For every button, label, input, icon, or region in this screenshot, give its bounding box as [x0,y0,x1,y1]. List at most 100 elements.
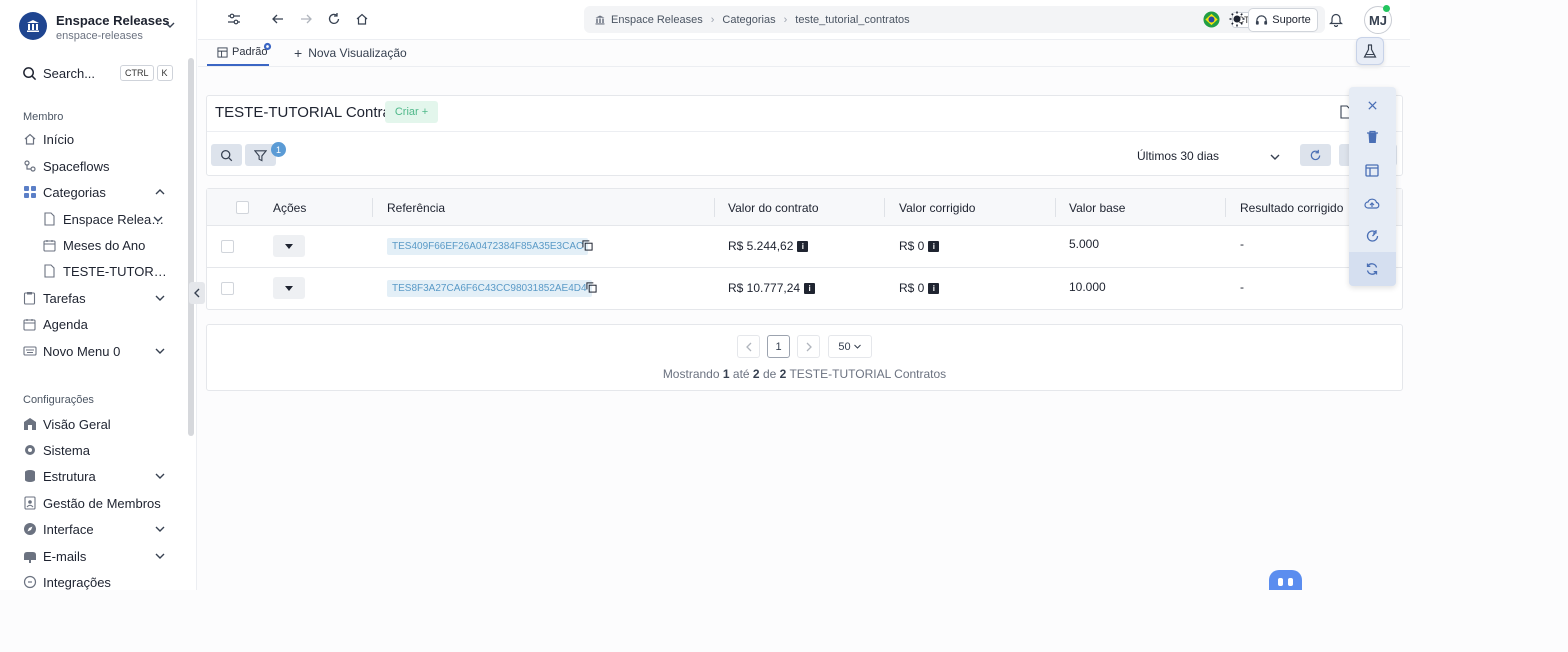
column-resizer[interactable] [1225,198,1226,217]
calendar-icon [42,238,57,253]
reference-link[interactable]: TES409F66EF26A0472384F85A35E3CAC [387,238,589,255]
sidebar-item-interface[interactable]: Interface [22,519,172,539]
info-icon[interactable]: i [928,283,940,295]
close-icon[interactable] [1364,97,1380,113]
copy-icon[interactable] [586,282,597,293]
select-all-checkbox[interactable] [236,201,249,214]
row-actions-button[interactable] [273,235,305,257]
column-resizer[interactable] [714,198,715,217]
compass-icon [22,522,37,537]
page-button[interactable]: 1 [767,335,790,358]
column-header[interactable]: Referência [387,201,445,215]
column-header[interactable]: Valor do contrato [728,201,819,215]
brazil-flag-icon[interactable] [1203,11,1220,28]
online-status-dot [1383,5,1390,12]
prev-page-button[interactable] [737,335,760,358]
trash-icon[interactable] [1364,129,1380,145]
create-button[interactable]: Criar + [385,101,438,123]
search-button[interactable]: Search... CTRL K [22,63,173,83]
chevron-left-icon [194,288,200,298]
row-checkbox[interactable] [221,240,234,253]
forward-arrow-icon[interactable] [299,12,313,26]
reload-button[interactable] [1300,144,1331,166]
column-resizer[interactable] [884,198,885,217]
settings-sliders-icon[interactable] [227,12,241,26]
sidebar-item-integracoes[interactable]: Integrações [22,572,172,590]
sidebar-item-gestao-membros[interactable]: Gestão de Membros [22,493,172,513]
lab-flask-button[interactable] [1356,37,1384,65]
cloud-upload-icon[interactable] [1364,195,1380,211]
chevron-down-icon[interactable] [1269,151,1281,163]
info-icon[interactable]: i [804,283,816,295]
info-icon[interactable]: i [797,241,809,253]
collapse-sidebar-button[interactable] [189,282,205,304]
column-resizer[interactable] [1055,198,1056,217]
column-header[interactable]: Resultado corrigido [1240,201,1343,215]
chevron-down-icon[interactable] [154,550,166,562]
next-page-button[interactable] [797,335,820,358]
column-header[interactable]: Valor corrigido [899,201,975,215]
refresh-icon[interactable] [327,12,341,26]
sidebar-item-spaceflows[interactable]: Spaceflows [22,156,172,176]
id-card-icon [22,496,37,511]
search-icon [23,66,37,80]
tab-padrao[interactable]: Padrão [207,40,269,66]
sidebar-scrollbar[interactable] [188,58,194,436]
table-cell: R$ 0i [899,281,940,295]
reference-link[interactable]: TES8F3A27CA6F6C43CC98031852AE4D4 [387,280,592,297]
chevron-down-icon[interactable] [164,19,176,31]
sidebar-item-inicio[interactable]: Início [22,129,172,149]
sidebar-item-estrutura[interactable]: Estrutura [22,466,172,486]
clipboard-icon [22,291,37,306]
breadcrumb-item[interactable]: Categorias [722,14,775,26]
back-arrow-icon[interactable] [271,12,285,26]
sidebar-item-label: Início [43,131,75,147]
sidebar-item-categorias[interactable]: Categorias [22,182,172,202]
page-size-select[interactable]: 50 [828,335,872,358]
copy-icon[interactable] [582,240,593,251]
sidebar-item-tarefas[interactable]: Tarefas [22,288,172,308]
bell-icon[interactable] [1329,12,1343,27]
sidebar-item-label: Integrações [43,574,111,590]
page-title: TESTE-TUTORIAL Contratos [215,104,411,121]
workspace-logo[interactable] [19,12,47,40]
row-checkbox[interactable] [221,282,234,295]
sidebar-item-sistema[interactable]: Sistema [22,440,172,460]
support-label: Suporte [1272,14,1311,26]
data-table: Ações Referência Valor do contrato Valor… [206,188,1403,310]
sun-icon[interactable] [1229,11,1245,27]
sidebar-item-emails[interactable]: E-mails [22,546,172,566]
chevron-down-icon[interactable] [154,345,166,357]
gear-icon [22,443,37,458]
column-header[interactable]: Valor base [1069,201,1125,215]
workspace-name[interactable]: Enspace Releases [56,13,169,28]
sidebar-item-agenda[interactable]: Agenda [22,314,172,334]
chevron-down-icon[interactable] [154,470,166,482]
chevron-down-icon[interactable] [154,292,166,304]
sidebar-item-label: Agenda [43,316,88,332]
sidebar-item-meses-do-ano[interactable]: Meses do Ano [42,235,170,255]
column-resizer[interactable] [372,198,373,217]
layout-icon[interactable] [1364,162,1380,178]
info-icon[interactable]: i [928,241,940,253]
support-button[interactable]: Suporte [1248,8,1318,32]
gear-icon[interactable] [263,42,272,51]
period-select[interactable]: Últimos 30 dias [1137,149,1219,163]
new-view-button[interactable]: + Nova Visualização [294,45,407,61]
chevron-down-icon[interactable] [154,523,166,535]
sidebar-item-enspace-releases[interactable]: Enspace Releases [42,209,170,229]
sidebar-item-visao-geral[interactable]: Visão Geral [22,414,172,434]
breadcrumb-item[interactable]: teste_tutorial_contratos [795,14,909,26]
gauge-refresh-icon[interactable] [1364,228,1380,244]
sync-icon[interactable] [1364,261,1380,277]
chat-bot-icon[interactable] [1269,570,1302,590]
chevron-up-icon[interactable] [154,186,166,198]
row-actions-button[interactable] [273,277,305,299]
chevron-down-icon[interactable] [152,213,164,225]
sidebar-item-novo-menu[interactable]: Novo Menu 0 [22,341,172,361]
sidebar-item-teste-tutorial[interactable]: TESTE-TUTORIAL Contratos [42,261,170,281]
page-size-value: 50 [838,340,851,353]
breadcrumb-item[interactable]: Enspace Releases [611,14,703,26]
search-button[interactable] [211,144,242,166]
home-icon[interactable] [355,12,369,26]
